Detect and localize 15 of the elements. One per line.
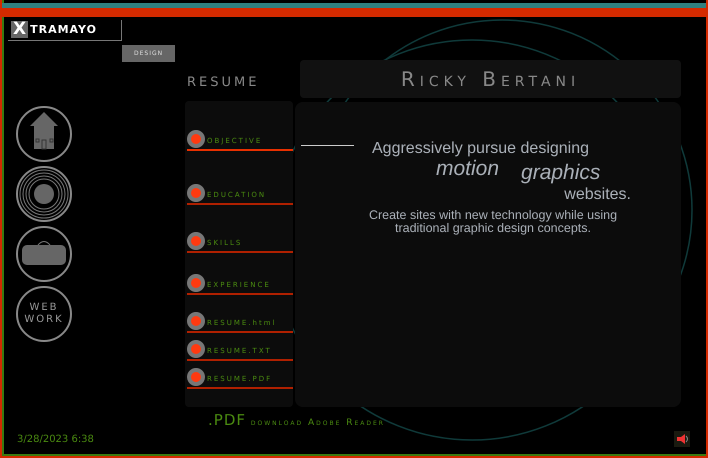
- logo-name: TRAMAYO: [30, 23, 97, 36]
- motion-word: motion: [436, 158, 500, 182]
- objective-text: websites.: [563, 186, 632, 204]
- objective-text: Aggressively pursue designing: [372, 140, 590, 158]
- disc-icon[interactable]: [16, 166, 72, 222]
- web-work-button[interactable]: WEB WORK: [16, 286, 72, 342]
- name-banner: Ricky Bertani: [300, 60, 681, 98]
- house-icon[interactable]: [16, 106, 72, 162]
- date-time: 3/28/2023 6:38: [17, 434, 94, 444]
- speaker-icon[interactable]: [674, 431, 690, 447]
- resume-heading: RESUME: [187, 75, 260, 92]
- bag-icon[interactable]: [16, 226, 72, 282]
- logo-mark: X: [11, 21, 28, 38]
- objective-note: Create sites with new technology while using traditional graphic design concepts.: [368, 207, 618, 235]
- graphics-word: graphics: [521, 162, 600, 184]
